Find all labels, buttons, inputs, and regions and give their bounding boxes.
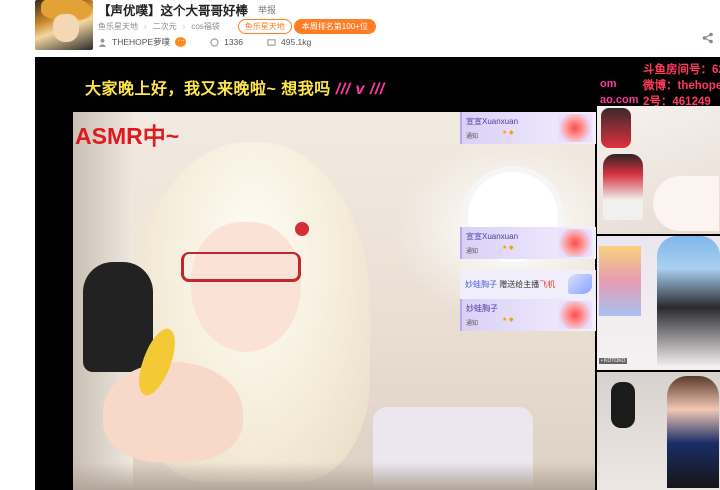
separator: › xyxy=(182,22,186,31)
category-link[interactable]: cos福袋 xyxy=(191,21,219,32)
notification-user: 宣宣Xuanxuan xyxy=(466,117,519,126)
gift-notification: 宣宣Xuanxuan 通知 ★ ◆ xyxy=(460,227,596,259)
stream-info-overlay: 斗鱼房间号：62 微博：thehope 2号：461249 om ao.com xyxy=(600,57,720,112)
notification-label: 通知 xyxy=(466,321,479,327)
streamer-face xyxy=(191,222,301,352)
separator: › xyxy=(144,22,147,31)
gift-sender: 妙蛙胸子 xyxy=(465,280,497,289)
room-number-text: 斗鱼房间号：62 xyxy=(643,64,720,76)
gift-action: 赠送给主播 xyxy=(499,280,540,289)
gift-icon xyxy=(558,114,592,142)
category-breadcrumb: 鱼乐星天地 › 二次元 › cos福袋 鱼乐星天地 本周排名第100+位 xyxy=(98,19,376,34)
side-thumbnails: • KOTOKO xyxy=(597,106,720,490)
thumbnail-cosplay: • KOTOKO xyxy=(597,236,720,370)
message-icon[interactable] xyxy=(175,34,187,47)
thumbnail-caption: • KOTOKO xyxy=(599,358,628,364)
thumbnail-detail xyxy=(653,176,719,231)
thumbnail-figure xyxy=(597,106,720,234)
category-link[interactable]: 鱼乐星天地 xyxy=(98,21,138,32)
weight-icon xyxy=(267,38,276,46)
notification-label: 通知 xyxy=(466,134,479,140)
banner-marks: /// v /// xyxy=(335,81,385,98)
gift-notification: 宣宣Xuanxuan 通知 ★ ◆ xyxy=(460,112,596,144)
gift-message-text: 妙蛙胸子 赠送给主播飞机 xyxy=(465,279,555,290)
streamer-avatar[interactable] xyxy=(35,0,93,50)
plane-icon xyxy=(568,274,592,294)
badge-icon: ★ ◆ xyxy=(502,130,514,136)
badge-icon: ★ ◆ xyxy=(502,245,514,251)
poster-image xyxy=(599,246,641,316)
share-icon[interactable] xyxy=(702,32,714,44)
avatar-face xyxy=(53,14,79,42)
video-shade xyxy=(73,462,595,490)
streamer-name[interactable]: THEHOPE萝噗 xyxy=(112,36,170,48)
comment-icon xyxy=(210,37,219,47)
room-title: 【声优噗】这个大哥哥好棒 xyxy=(98,3,249,18)
category-tag[interactable]: 鱼乐星天地 xyxy=(237,19,292,34)
thumbnail-bunny xyxy=(597,372,720,490)
cosplay-image xyxy=(657,236,720,366)
report-link[interactable]: 举报 xyxy=(258,3,276,16)
streamer-weight: 495.1kg xyxy=(281,37,312,47)
badge-icon: ★ ◆ xyxy=(502,317,514,323)
figure-image xyxy=(603,154,643,220)
stream-banner: 大家晚上好，我又来晚啦~ 想我吗 /// v /// xyxy=(85,75,385,99)
cosplay-image xyxy=(667,376,719,488)
microphone-image xyxy=(611,382,635,428)
microphone xyxy=(83,262,153,372)
title-row: 【声优噗】这个大哥哥好棒 举报 xyxy=(98,1,276,18)
room-header: 【声优噗】这个大哥哥好棒 举报 鱼乐星天地 › 二次元 › cos福袋 鱼乐星天… xyxy=(0,0,720,57)
gift-notification: 妙蛙胸子 通知 ★ ◆ xyxy=(460,299,596,331)
comment-count: 1336 xyxy=(224,37,244,47)
rank-badge[interactable]: 本周排名第100+位 xyxy=(293,19,376,34)
overlay-fragment: om xyxy=(600,78,617,90)
user-icon xyxy=(98,38,107,47)
notification-user: 妙蛙胸子 xyxy=(466,304,498,313)
banner-text: 大家晚上好，我又来晚啦~ 想我吗 xyxy=(85,81,331,98)
overlay-fragment: ao.com xyxy=(600,94,639,106)
glasses xyxy=(181,252,301,282)
hands xyxy=(103,362,243,462)
asmr-overlay-text: ASMR中~ xyxy=(75,123,180,149)
gift-message: 妙蛙胸子 赠送给主播飞机 xyxy=(460,270,596,300)
stream-player[interactable]: 大家晚上好，我又来晚啦~ 想我吗 /// v /// 斗鱼房间号：62 微博：t… xyxy=(35,57,720,490)
gift-icon xyxy=(558,301,592,329)
hair-bow xyxy=(295,222,309,236)
notification-label: 通知 xyxy=(466,249,479,255)
category-link[interactable]: 二次元 xyxy=(153,21,177,32)
notification-user: 宣宣Xuanxuan xyxy=(466,232,519,241)
gift-name: 飞机 xyxy=(539,280,556,289)
gift-icon xyxy=(558,229,592,257)
weibo-text: 微博：thehope xyxy=(643,80,720,92)
streamer-meta: THEHOPE萝噗 1336 495.1kg xyxy=(98,34,312,48)
figure-image xyxy=(601,108,631,148)
